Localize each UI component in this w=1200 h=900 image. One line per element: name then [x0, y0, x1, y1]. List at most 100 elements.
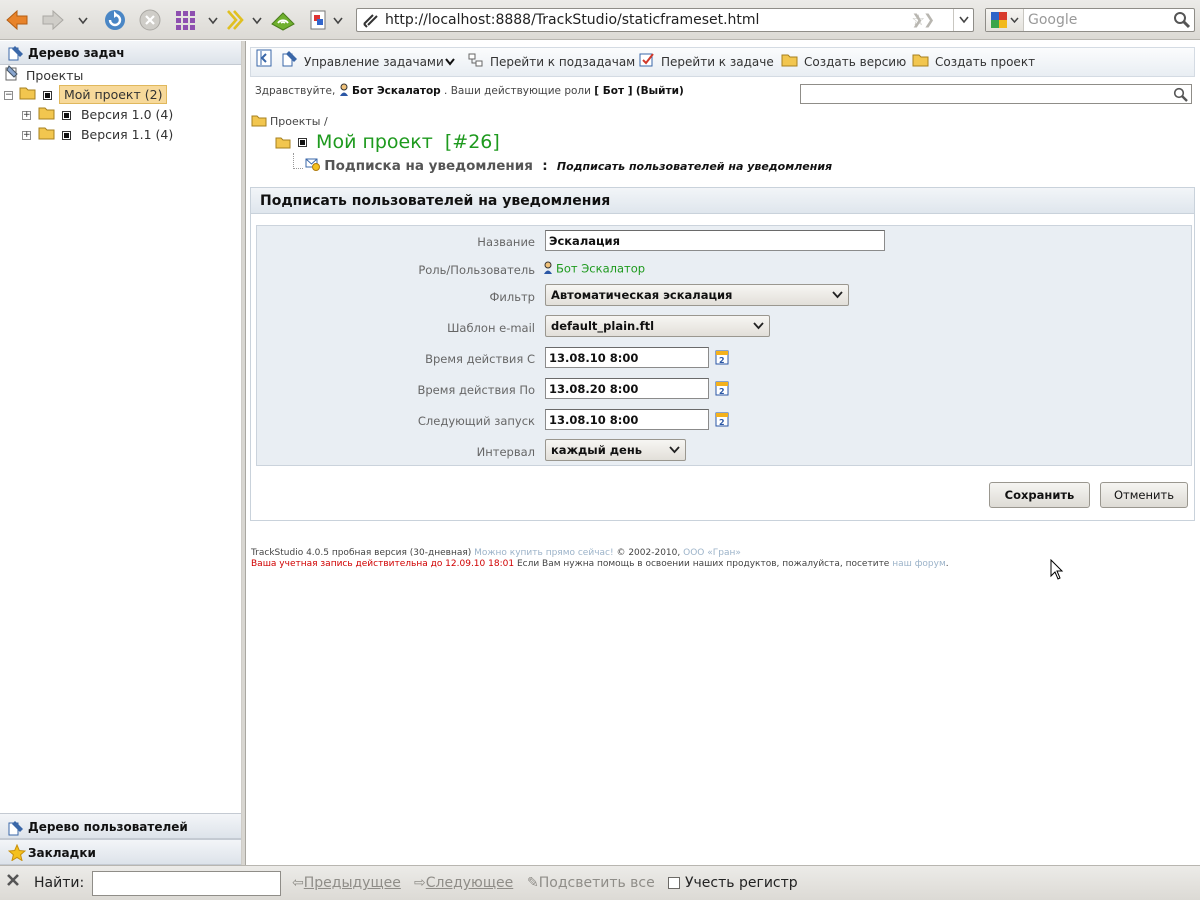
greeting-roles-prefix: . Ваши действующие роли — [444, 85, 591, 97]
star-icon[interactable]: ☆ — [912, 9, 925, 31]
manage-tasks-label: Управление задачами — [304, 55, 444, 69]
web-search-placeholder: Google — [1028, 12, 1078, 28]
calendar-icon[interactable]: 2 — [715, 380, 729, 396]
page-title: Мой проект [#26] — [275, 131, 500, 154]
manage-tasks-menu[interactable]: Управление задачами — [281, 48, 455, 76]
save-button[interactable]: Сохранить — [989, 482, 1090, 508]
stop-icon[interactable] — [137, 7, 163, 33]
chevron-dropdown-icon[interactable] — [252, 14, 262, 25]
history-dropdown-icon[interactable] — [78, 14, 88, 25]
tree-item-projects[interactable]: Проекты — [4, 65, 86, 85]
collapse-panel-button[interactable] — [256, 48, 278, 76]
end-time-label: Время действия По — [417, 383, 535, 397]
reload-icon[interactable] — [102, 7, 128, 33]
url-bar[interactable]: http://localhost:8888/TrackStudio/static… — [356, 8, 974, 32]
page-tools-icon[interactable] — [305, 7, 331, 33]
page-tools-dropdown-icon[interactable] — [333, 14, 343, 25]
forward-icon[interactable] — [40, 7, 66, 33]
frame-splitter[interactable] — [242, 41, 246, 865]
breadcrumb-projects-link[interactable]: Проекты — [270, 115, 321, 128]
task-state-icon — [61, 131, 71, 140]
role-user[interactable]: Бот Эскалатор — [543, 261, 645, 277]
goto-subtasks-button[interactable]: Перейти к подзадачам — [468, 48, 635, 76]
svg-text:2: 2 — [719, 418, 725, 427]
apps-grid-icon[interactable] — [172, 7, 198, 33]
role-label: Роль/Пользователь — [418, 263, 535, 277]
feed-icon[interactable] — [270, 7, 296, 33]
match-case-label[interactable]: Учесть регистр — [685, 866, 798, 900]
close-findbar-button[interactable] — [6, 866, 20, 900]
expand-icon[interactable]: + — [22, 111, 31, 120]
highlight-all-button[interactable]: ✎Подсветить все — [527, 866, 655, 900]
calendar-icon[interactable]: 2 — [715, 411, 729, 427]
calendar-icon[interactable]: 2 — [715, 349, 729, 365]
interval-select[interactable]: каждый день — [545, 439, 686, 461]
user-icon — [543, 261, 553, 277]
goto-task-label: Перейти к задаче — [661, 55, 774, 69]
goto-task-icon — [639, 49, 655, 77]
search-icon[interactable] — [1173, 87, 1188, 105]
company-link[interactable]: ООО «Гран» — [683, 548, 741, 558]
greeting-user[interactable]: Бот Эскалатор — [352, 85, 441, 97]
find-previous-button[interactable]: ⇦Предыдущее — [292, 866, 401, 900]
url-text: http://localhost:8888/TrackStudio/static… — [385, 12, 760, 28]
collapse-icon[interactable]: − — [4, 91, 13, 100]
tree-item-my-project[interactable]: − Мой проект (2) — [4, 85, 168, 106]
next-run-field[interactable] — [545, 409, 709, 430]
find-input[interactable] — [92, 871, 281, 896]
site-identity-icon[interactable] — [362, 12, 380, 35]
buy-now-link[interactable]: Можно купить прямо сейчас! — [474, 548, 613, 558]
task-tree-header[interactable]: Дерево задач — [0, 41, 241, 65]
url-dropdown-icon[interactable] — [953, 9, 973, 31]
close-icon — [6, 866, 20, 900]
cancel-button[interactable]: Отменить — [1100, 482, 1188, 508]
left-frame: Дерево задач Проекты − Мой проект (2) + … — [0, 41, 242, 865]
create-version-button[interactable]: Создать версию — [781, 48, 906, 76]
bookmarks-header[interactable]: Закладки — [0, 839, 241, 865]
name-field[interactable] — [545, 230, 885, 251]
subtitle: Подписка на уведомления : Подписать поль… — [305, 157, 832, 175]
quick-search-input[interactable] — [800, 84, 1192, 104]
user-tree-header[interactable]: Дерево пользователей — [0, 813, 241, 839]
folder-open-icon — [19, 86, 36, 106]
chevron-bookmark-icon[interactable] — [222, 7, 248, 33]
apps-dropdown-icon[interactable] — [208, 14, 218, 25]
task-tree: Проекты − Мой проект (2) + Версия 1.0 (4… — [0, 65, 241, 155]
tree-item-version-1-0[interactable]: + Версия 1.0 (4) — [22, 105, 176, 125]
web-search-field[interactable]: Google — [985, 8, 1195, 32]
chevron-down-icon — [753, 316, 764, 342]
subscription-description: Подписать пользователей на уведомления — [556, 160, 833, 173]
email-template-select[interactable]: default_plain.ftl — [545, 315, 770, 337]
bookmarks-title: Закладки — [28, 846, 96, 860]
end-time-field[interactable] — [545, 378, 709, 399]
next-run-label: Следующий запуск — [417, 414, 535, 428]
logout-link[interactable]: (Выйти) — [636, 85, 684, 97]
projects-root-icon — [4, 65, 19, 87]
forum-link[interactable]: наш форум — [892, 559, 946, 569]
find-next-button[interactable]: ⇨Следующее — [414, 866, 513, 900]
folder-icon — [38, 106, 55, 126]
find-previous-label: Предыдущее — [303, 875, 401, 891]
account-expiry: Ваша учетная запись действительна до 12.… — [251, 559, 515, 569]
back-icon[interactable] — [4, 7, 30, 33]
subscribe-form-panel: Подписать пользователей на уведомления Н… — [250, 187, 1195, 521]
create-project-button[interactable]: Создать проект — [912, 48, 1035, 76]
role-user-name: Бот Эскалатор — [556, 261, 646, 276]
expand-icon[interactable]: + — [22, 131, 31, 140]
footer-copyright: © 2002-2010, — [616, 548, 681, 558]
footer-version: TrackStudio 4.0.5 пробная версия (30-дне… — [251, 548, 472, 558]
folder-icon — [781, 49, 798, 77]
goto-task-button[interactable]: Перейти к задаче — [639, 48, 774, 76]
match-case-checkbox[interactable] — [668, 877, 680, 889]
find-label: Найти: — [34, 875, 85, 891]
start-time-field[interactable] — [545, 347, 709, 368]
tree-item-label: Версия 1.0 (4) — [80, 107, 174, 122]
tree-item-version-1-1[interactable]: + Версия 1.1 (4) — [22, 125, 176, 145]
search-icon[interactable] — [1173, 11, 1191, 36]
footer-line-2: Ваша учетная запись действительна до 12.… — [251, 559, 949, 570]
folder-icon — [251, 114, 267, 130]
subscription-name: Подписка на уведомления — [324, 158, 533, 174]
search-engine-icon[interactable] — [986, 9, 1024, 31]
filter-select[interactable]: Автоматическая эскалация — [545, 284, 849, 306]
arrow-right-icon: ⇨ — [414, 875, 426, 891]
